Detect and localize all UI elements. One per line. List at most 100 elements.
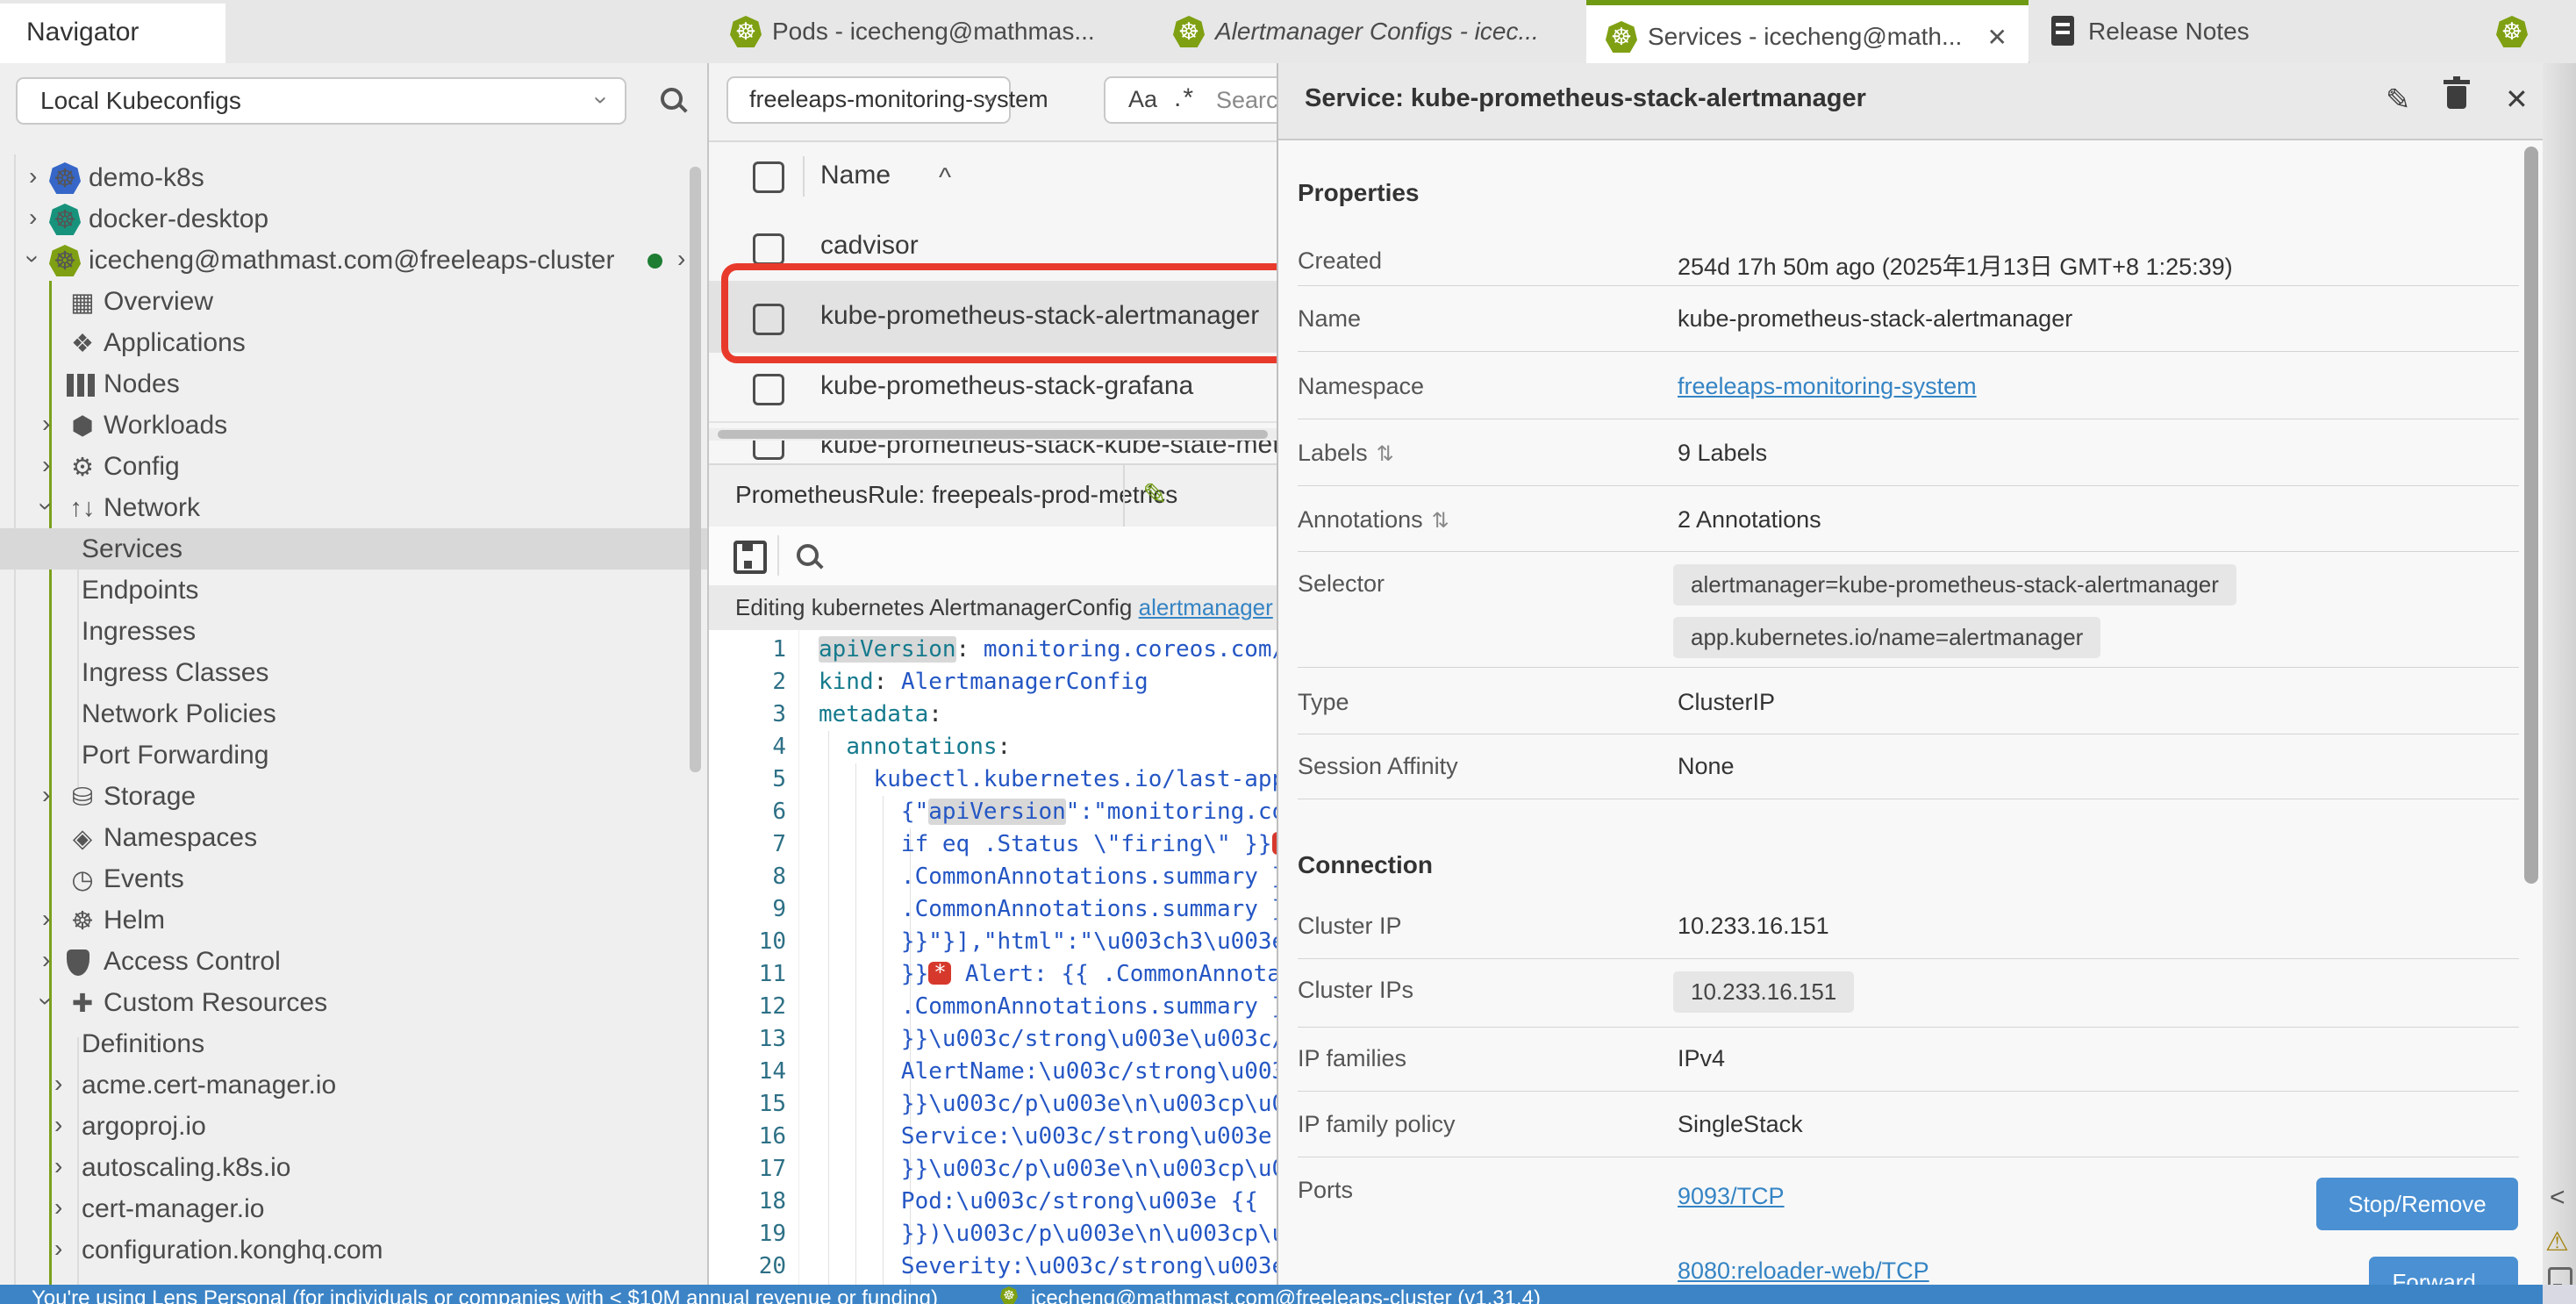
code-line[interactable]: 15 }}\u003c/p\u003e\n\u003cp\u003 — [709, 1088, 1277, 1121]
regex-toggle[interactable]: .* — [1174, 83, 1195, 113]
sidebar-item-nodes[interactable]: Nodes — [0, 363, 707, 405]
row-checkbox[interactable] — [753, 233, 784, 265]
code-line[interactable]: 20 Severity:\u003c/strong\u003e - — [709, 1250, 1277, 1283]
sidebar-item-argoproj-io[interactable]: ›argoproj.io — [0, 1106, 707, 1147]
code-line[interactable]: 16 Service:\u003c/strong\u003e {- — [709, 1121, 1277, 1153]
save-icon[interactable] — [733, 541, 767, 574]
code-line[interactable]: 1apiVersion: monitoring.coreos.com/v1 — [709, 634, 1277, 666]
stop-remove-button[interactable]: Stop/Remove — [2316, 1178, 2518, 1230]
sidebar-item-endpoints[interactable]: Endpoints — [0, 570, 707, 611]
chevron-right-icon[interactable]: › — [54, 1070, 62, 1098]
chevron-right-icon[interactable]: › — [42, 410, 50, 438]
port-link-8080[interactable]: 8080:reloader-web/TCP — [1678, 1257, 1929, 1285]
code-line[interactable]: 17 }}\u003c/p\u003e\n\u003cp\u003 — [709, 1153, 1277, 1186]
sidebar-item-services[interactable]: Services — [0, 528, 707, 570]
sidebar-scrollbar[interactable] — [690, 63, 701, 1285]
sidebar-item-workloads[interactable]: ›⬢Workloads — [0, 405, 707, 446]
tab-partial[interactable]: ☸ — [2468, 0, 2543, 61]
chevron-down-icon[interactable]: › — [32, 997, 61, 1005]
sort-asc-icon[interactable]: ^ — [939, 163, 951, 193]
chevron-right-icon[interactable]: › — [42, 781, 50, 809]
code-line[interactable]: 5 kubectl.kubernetes.io/last-applied-con… — [709, 763, 1277, 796]
chevron-right-icon[interactable]: › — [54, 1193, 62, 1222]
sidebar-item-demo-k8s[interactable]: ›☸demo-k8s — [0, 157, 707, 198]
chevron-down-icon[interactable]: › — [19, 254, 47, 262]
chevron-right-icon[interactable]: › — [677, 245, 685, 273]
sidebar-item-icecheng-mathmast-com-freeleaps-cluster[interactable]: ›☸icecheng@mathmast.com@freeleaps-cluste… — [0, 240, 707, 281]
sidebar-item-applications[interactable]: ❖Applications — [0, 322, 707, 363]
sidebar-item-config[interactable]: ›⚙Config — [0, 446, 707, 487]
sidebar-item-access-control[interactable]: ›Access Control — [0, 941, 707, 982]
chevron-right-icon[interactable]: › — [29, 162, 37, 190]
chevron-right-icon[interactable]: › — [54, 1152, 62, 1180]
yaml-editor[interactable]: 1apiVersion: monitoring.coreos.com/v12ki… — [709, 630, 1277, 1285]
tab-alertmanager-configs[interactable]: ☸ Alertmanager Configs - icec... — [1154, 0, 1587, 61]
namespace-link[interactable]: freeleaps-monitoring-system — [1678, 373, 1977, 400]
sidebar-item-autoscaling-k8s-io[interactable]: ›autoscaling.k8s.io — [0, 1147, 707, 1188]
delete-icon[interactable] — [2447, 86, 2466, 109]
warning-icon[interactable]: ⚠ — [2545, 1227, 2569, 1257]
search-icon[interactable] — [661, 88, 683, 110]
code-line[interactable]: 10 }}"}],"html":"\u003ch3\u003e\u — [709, 926, 1277, 958]
tab-release-notes[interactable]: Release Notes — [2029, 0, 2469, 61]
kubeconfig-select[interactable]: Local Kubeconfigs › — [16, 77, 626, 125]
forward-button[interactable]: Forward... — [2369, 1257, 2518, 1285]
sidebar-item-acme-cert-manager-io[interactable]: ›acme.cert-manager.io — [0, 1064, 707, 1106]
search-input[interactable]: Aa .* Search — [1104, 76, 1277, 124]
chevron-right-icon[interactable]: › — [42, 451, 50, 479]
chevron-right-icon[interactable]: › — [54, 1235, 62, 1263]
chevron-down-icon[interactable]: › — [32, 502, 61, 510]
namespace-select[interactable]: freeleaps-monitoring-system › — [726, 76, 1011, 124]
code-line[interactable]: 19 }})\u003c/p\u003e\n\u003cp\u00 — [709, 1218, 1277, 1250]
code-line[interactable]: 18 Pod:\u003c/strong\u003e {{ .Co — [709, 1186, 1277, 1218]
code-line[interactable]: 3metadata: — [709, 699, 1277, 731]
tab-services[interactable]: ☸ Services - icecheng@math... ✕ — [1586, 0, 2029, 63]
sidebar-item-ingresses[interactable]: Ingresses — [0, 611, 707, 652]
drawer-scrollbar[interactable] — [2524, 63, 2538, 1285]
sidebar-item-cert-manager-io[interactable]: ›cert-manager.io — [0, 1188, 707, 1229]
code-line[interactable]: 7 if eq .Status \"firing\" }} — [709, 828, 1277, 861]
sidebar-item-configuration-konghq-com[interactable]: ›configuration.konghq.com — [0, 1229, 707, 1271]
active-cluster-text[interactable]: icecheng@mathmast.com@freeleaps-cluster … — [1031, 1286, 1541, 1304]
code-line[interactable]: 4 annotations: — [709, 731, 1277, 763]
sidebar-item-custom-resources[interactable]: ›✚Custom Resources — [0, 982, 707, 1023]
expand-toggle-icon[interactable]: ⇅ — [1377, 442, 1394, 466]
sidebar-item-overview[interactable]: ▦Overview — [0, 281, 707, 322]
code-line[interactable]: 13 }}\u003c/strong\u003e\u003c/h3 — [709, 1023, 1277, 1056]
expand-toggle-icon[interactable]: ⇅ — [1432, 509, 1449, 533]
sidebar-item-storage[interactable]: ›⛁Storage — [0, 776, 707, 817]
row-checkbox[interactable] — [753, 374, 784, 405]
sidebar-item-ingress-classes[interactable]: Ingress Classes — [0, 652, 707, 693]
tab-pods[interactable]: ☸ Pods - icecheng@mathmas... — [711, 0, 1155, 61]
match-case-toggle[interactable]: Aa — [1128, 86, 1157, 113]
sidebar-item-docker-desktop[interactable]: ›☸docker-desktop — [0, 198, 707, 240]
edit-icon[interactable]: ✎ — [2386, 82, 2411, 118]
sidebar-item-definitions[interactable]: Definitions — [0, 1023, 707, 1064]
close-tab-icon[interactable]: ✕ — [1987, 23, 2007, 52]
collapse-chevron-icon[interactable]: < — [2550, 1183, 2565, 1213]
column-header-name[interactable]: Name — [820, 161, 891, 190]
chevron-right-icon[interactable]: › — [54, 1111, 62, 1139]
code-line[interactable]: 11 }} Alert: {{ .CommonAnnotati — [709, 958, 1277, 991]
code-line[interactable]: 8 .CommonAnnotations.summary }}- — [709, 861, 1277, 893]
code-line[interactable]: 14 AlertName:\u003c/strong\u003e — [709, 1056, 1277, 1088]
code-line[interactable]: 6 {"apiVersion":"monitoring.coreos.com/v… — [709, 796, 1277, 828]
sidebar-item-namespaces[interactable]: ◈Namespaces — [0, 817, 707, 858]
chevron-right-icon[interactable]: › — [29, 204, 37, 232]
code-line[interactable]: 9 .CommonAnnotations.summary }}- — [709, 893, 1277, 926]
code-line[interactable]: 12 .CommonAnnotations.summary }}- — [709, 991, 1277, 1023]
port-link-9093[interactable]: 9093/TCP — [1678, 1183, 1785, 1210]
chevron-right-icon[interactable]: › — [42, 905, 50, 933]
sidebar-item-network-policies[interactable]: Network Policies — [0, 693, 707, 734]
sidebar-item-network[interactable]: ›↑↓Network — [0, 487, 707, 528]
sidebar-item-port-forwarding[interactable]: Port Forwarding — [0, 734, 707, 776]
search-icon[interactable] — [797, 544, 819, 566]
sidebar-item-helm[interactable]: ›☸Helm — [0, 899, 707, 941]
table-row[interactable]: kube-prometheus-stack-grafana — [709, 353, 1277, 423]
alertmanager-link[interactable]: alertmanager — [1139, 594, 1273, 620]
select-all-checkbox[interactable] — [753, 161, 784, 193]
sidebar-item-events[interactable]: ◷Events — [0, 858, 707, 899]
table-horizontal-scrollbar[interactable] — [709, 428, 1277, 441]
code-line[interactable]: 2kind: AlertmanagerConfig — [709, 666, 1277, 699]
edit-icon[interactable]: ✎ — [1142, 477, 1168, 512]
